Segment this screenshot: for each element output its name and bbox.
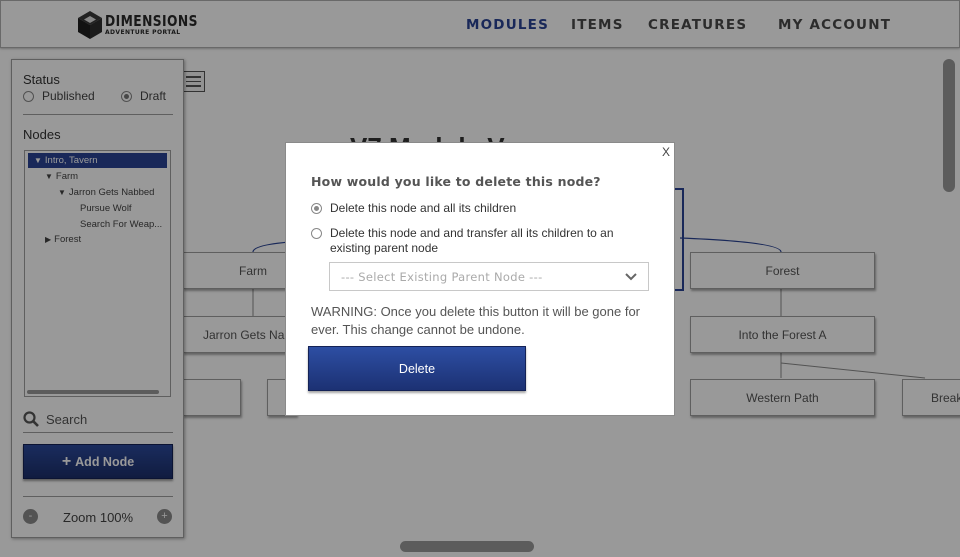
delete-button[interactable]: Delete: [308, 346, 526, 391]
chevron-down-icon: [625, 272, 637, 280]
radio-icon: [311, 228, 322, 239]
transfer-children-label: Delete this node and and transfer all it…: [330, 226, 614, 255]
close-button[interactable]: X: [662, 145, 670, 159]
radio-checked-icon: [311, 203, 322, 214]
delete-all-children-option[interactable]: Delete this node and all its children: [311, 201, 516, 216]
parent-node-select-value: --- Select Existing Parent Node ---: [341, 269, 543, 284]
delete-all-children-label: Delete this node and all its children: [330, 201, 517, 215]
delete-node-dialog: X How would you like to delete this node…: [285, 142, 675, 416]
parent-node-select[interactable]: --- Select Existing Parent Node ---: [329, 262, 649, 291]
delete-warning: WARNING: Once you delete this button it …: [311, 304, 641, 337]
transfer-children-option[interactable]: Delete this node and and transfer all it…: [311, 226, 631, 256]
dialog-title: How would you like to delete this node?: [311, 174, 601, 189]
